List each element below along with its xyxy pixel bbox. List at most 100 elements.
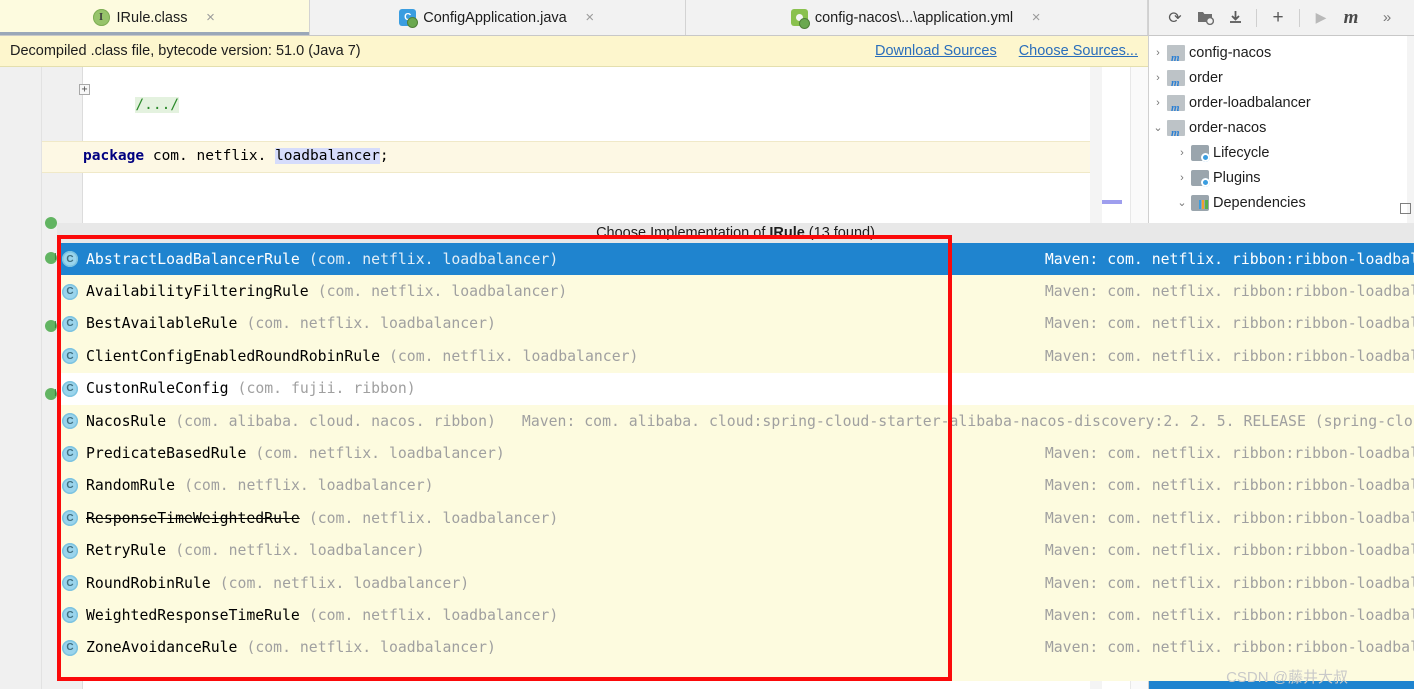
download-sources-link[interactable]: Download Sources [875, 43, 997, 59]
maven-row-label: config-nacos [1189, 44, 1272, 61]
maven-icon[interactable]: m [1337, 5, 1365, 31]
list-item[interactable]: C WeightedResponseTimeRule (com. netflix… [57, 599, 1414, 631]
chevron-down-icon[interactable]: ⌄ [1173, 196, 1191, 209]
maven-row-plugins[interactable]: › Plugins [1149, 165, 1414, 190]
implementation-package: (com. fujii. ribbon) [237, 380, 416, 398]
implementation-maven-source: Maven: com. netflix. ribbon:ribbon-loadb… [1044, 445, 1414, 463]
list-item[interactable]: C NacosRule (com. alibaba. cloud. nacos.… [57, 405, 1414, 437]
popup-title-count: (13 found) [808, 225, 875, 241]
plugins-folder-icon [1191, 169, 1210, 187]
ide-window: I IRule.class × C ConfigApplication.java… [0, 0, 1414, 689]
chevron-right-icon[interactable]: › [1149, 97, 1167, 109]
implementation-maven-source: Maven: com. netflix. ribbon:ribbon-loadb… [1044, 509, 1414, 527]
run-icon[interactable]: ▶ [1307, 5, 1335, 31]
keyword-package: package [83, 148, 145, 164]
implementation-package: (com. netflix. loadbalancer) [388, 347, 639, 365]
implementation-package: (com. netflix. loadbalancer) [255, 445, 505, 463]
implementation-maven-source: Maven: com. netflix. ribbon:ribbon-loadb… [1044, 477, 1414, 495]
maven-row-label: order-nacos [1189, 119, 1267, 136]
maven-module-icon [1167, 94, 1185, 114]
list-item[interactable]: C PredicateBasedRule (com. netflix. load… [57, 437, 1414, 469]
implementation-maven-source: Maven: com. netflix. ribbon:ribbon-loadb… [1044, 347, 1414, 365]
maven-row-config-nacos[interactable]: › config-nacos [1149, 40, 1414, 65]
run-gutter-marker[interactable]: I [45, 388, 57, 400]
chevron-right-icon[interactable]: › [1173, 147, 1191, 159]
class-icon: C [62, 283, 78, 300]
list-item[interactable]: C ClientConfigEnabledRoundRobinRule (com… [57, 340, 1414, 372]
maven-row-label: Plugins [1213, 169, 1261, 186]
tab-configapplication-java[interactable]: C ConfigApplication.java × [310, 0, 686, 35]
maven-module-icon [1167, 119, 1185, 139]
run-gutter-marker[interactable] [45, 217, 57, 229]
code-line-comment: /.../ [83, 81, 180, 129]
maven-panel-scrollbar[interactable] [1407, 36, 1414, 246]
implementation-name: CustonRuleConfig [86, 380, 229, 398]
implementation-package: (com. netflix. loadbalancer) [308, 250, 559, 268]
panel-restore-icon[interactable] [1400, 203, 1411, 214]
list-item[interactable]: C RetryRule (com. netflix. loadbalancer)… [57, 535, 1414, 567]
class-icon: C [62, 348, 78, 365]
implementation-package: (com. netflix. loadbalancer) [184, 477, 434, 495]
popup-title-prefix: Choose Implementation of [596, 225, 766, 241]
maven-project-tree[interactable]: › config-nacos › order › order-loadbalan… [1149, 36, 1414, 215]
implementation-maven-source: Maven: com. netflix. ribbon:ribbon-loadb… [1044, 606, 1414, 624]
maven-row-dependencies[interactable]: ⌄ Dependencies [1149, 190, 1414, 215]
popup-title-target: IRule [769, 225, 805, 241]
list-item[interactable]: C ResponseTimeWeightedRule (com. netflix… [57, 502, 1414, 534]
tab-label: IRule.class [116, 9, 188, 26]
run-gutter-marker[interactable]: I [45, 320, 57, 332]
reload-icon[interactable]: ⟳ [1161, 5, 1189, 31]
list-item[interactable]: C ZoneAvoidanceRule (com. netflix. loadb… [57, 632, 1414, 664]
list-item[interactable]: C AbstractLoadBalancerRule (com. netflix… [57, 243, 1414, 276]
choose-implementation-list[interactable]: C AbstractLoadBalancerRule (com. netflix… [57, 243, 1414, 681]
tab-close-icon[interactable]: × [204, 10, 216, 25]
implementation-name: AvailabilityFilteringRule [86, 283, 309, 301]
implementation-package: (com. netflix. loadbalancer) [308, 509, 559, 527]
implementation-maven-source: Maven: com. netflix. ribbon:ribbon-loadb… [1044, 542, 1414, 560]
package-path: com. netflix. [152, 148, 276, 164]
class-icon: C [62, 510, 78, 527]
download-icon[interactable] [1221, 5, 1249, 31]
maven-row-lifecycle[interactable]: › Lifecycle [1149, 140, 1414, 165]
implementation-maven-source: Maven: com. netflix. ribbon:ribbon-loadb… [1044, 250, 1414, 268]
chevron-right-icon[interactable]: › [1149, 47, 1167, 59]
tab-irule-class[interactable]: I IRule.class × [0, 0, 310, 35]
class-icon: C [62, 607, 78, 624]
implementation-maven-source: Maven: com. netflix. ribbon:ribbon-loadb… [1044, 315, 1414, 333]
list-item[interactable]: C CustonRuleConfig (com. fujii. ribbon) [57, 372, 1414, 405]
choose-sources-link[interactable]: Choose Sources... [1019, 43, 1138, 59]
add-icon[interactable]: + [1264, 5, 1292, 31]
tab-application-yml[interactable]: config-nacos\...\application.yml × [686, 0, 1148, 35]
tab-label: config-nacos\...\application.yml [814, 9, 1014, 26]
implementation-name: RetryRule [86, 542, 167, 560]
folder-sync-icon[interactable] [1191, 5, 1219, 31]
chevron-right-icon[interactable]: › [1173, 172, 1191, 184]
maven-row-label: order [1189, 69, 1223, 86]
maven-row-label: order-loadbalancer [1189, 94, 1311, 111]
class-icon: C [62, 639, 78, 656]
maven-row-order-loadbalancer[interactable]: › order-loadbalancer [1149, 90, 1414, 115]
folded-comment: /.../ [135, 97, 180, 113]
run-gutter-marker[interactable]: I [45, 252, 57, 264]
list-item[interactable]: C RandomRule (com. netflix. loadbalancer… [57, 470, 1414, 502]
list-item[interactable]: C AvailabilityFilteringRule (com. netfli… [57, 275, 1414, 307]
maven-module-icon [1167, 69, 1185, 89]
caret-position-marker [1102, 200, 1122, 204]
list-item[interactable]: C RoundRobinRule (com. netflix. loadbala… [57, 567, 1414, 599]
implementation-package: (com. netflix. loadbalancer) [246, 639, 496, 657]
maven-row-order[interactable]: › order [1149, 65, 1414, 90]
list-item[interactable]: C BestAvailableRule (com. netflix. loadb… [57, 308, 1414, 340]
maven-row-label: Dependencies [1213, 194, 1306, 211]
maven-row-order-nacos[interactable]: ⌄ order-nacos [1149, 115, 1414, 140]
more-options-icon[interactable]: » [1373, 5, 1401, 31]
tab-close-icon[interactable]: × [1030, 10, 1042, 25]
class-icon: C [62, 445, 78, 462]
implementation-name: ZoneAvoidanceRule [86, 639, 238, 657]
lifecycle-folder-icon [1191, 144, 1210, 162]
tab-close-icon[interactable]: × [584, 10, 596, 25]
chevron-right-icon[interactable]: › [1149, 72, 1167, 84]
implementation-name: BestAvailableRule [86, 315, 238, 333]
download-glyph [1229, 10, 1241, 23]
notification-message: Decompiled .class file, bytecode version… [10, 43, 361, 59]
chevron-down-icon[interactable]: ⌄ [1149, 121, 1167, 134]
